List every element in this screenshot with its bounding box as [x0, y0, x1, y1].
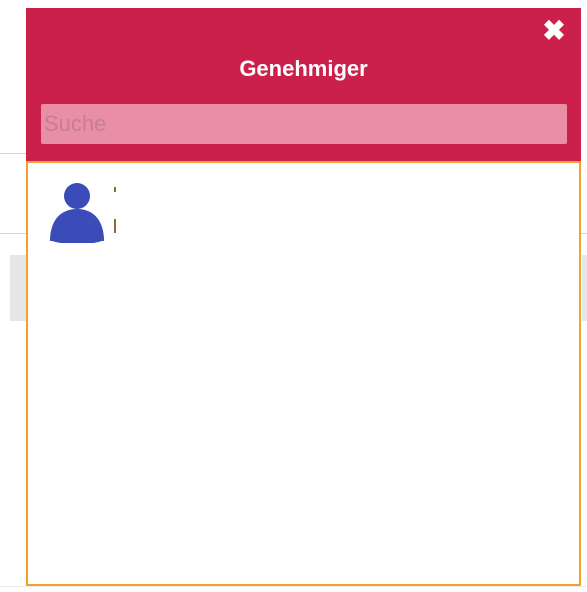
dialog-header: ✖ Genehmiger [26, 8, 581, 161]
list-item[interactable] [44, 177, 544, 247]
results-list [26, 161, 581, 586]
close-icon[interactable]: ✖ [541, 17, 567, 45]
background-header-cell [10, 255, 26, 321]
background-divider-right [581, 233, 587, 234]
background-divider-left-2 [0, 233, 26, 234]
approver-picker-dialog: ✖ Genehmiger [26, 8, 581, 586]
item-name-truncated [114, 187, 116, 192]
background-header-cell-right [582, 255, 587, 321]
person-avatar-icon [50, 183, 104, 243]
search-input[interactable] [41, 104, 567, 144]
background-divider-left [0, 153, 26, 154]
background-bottom-edge [0, 586, 587, 587]
item-detail-truncated [114, 219, 116, 233]
dialog-title: Genehmiger [239, 56, 368, 81]
